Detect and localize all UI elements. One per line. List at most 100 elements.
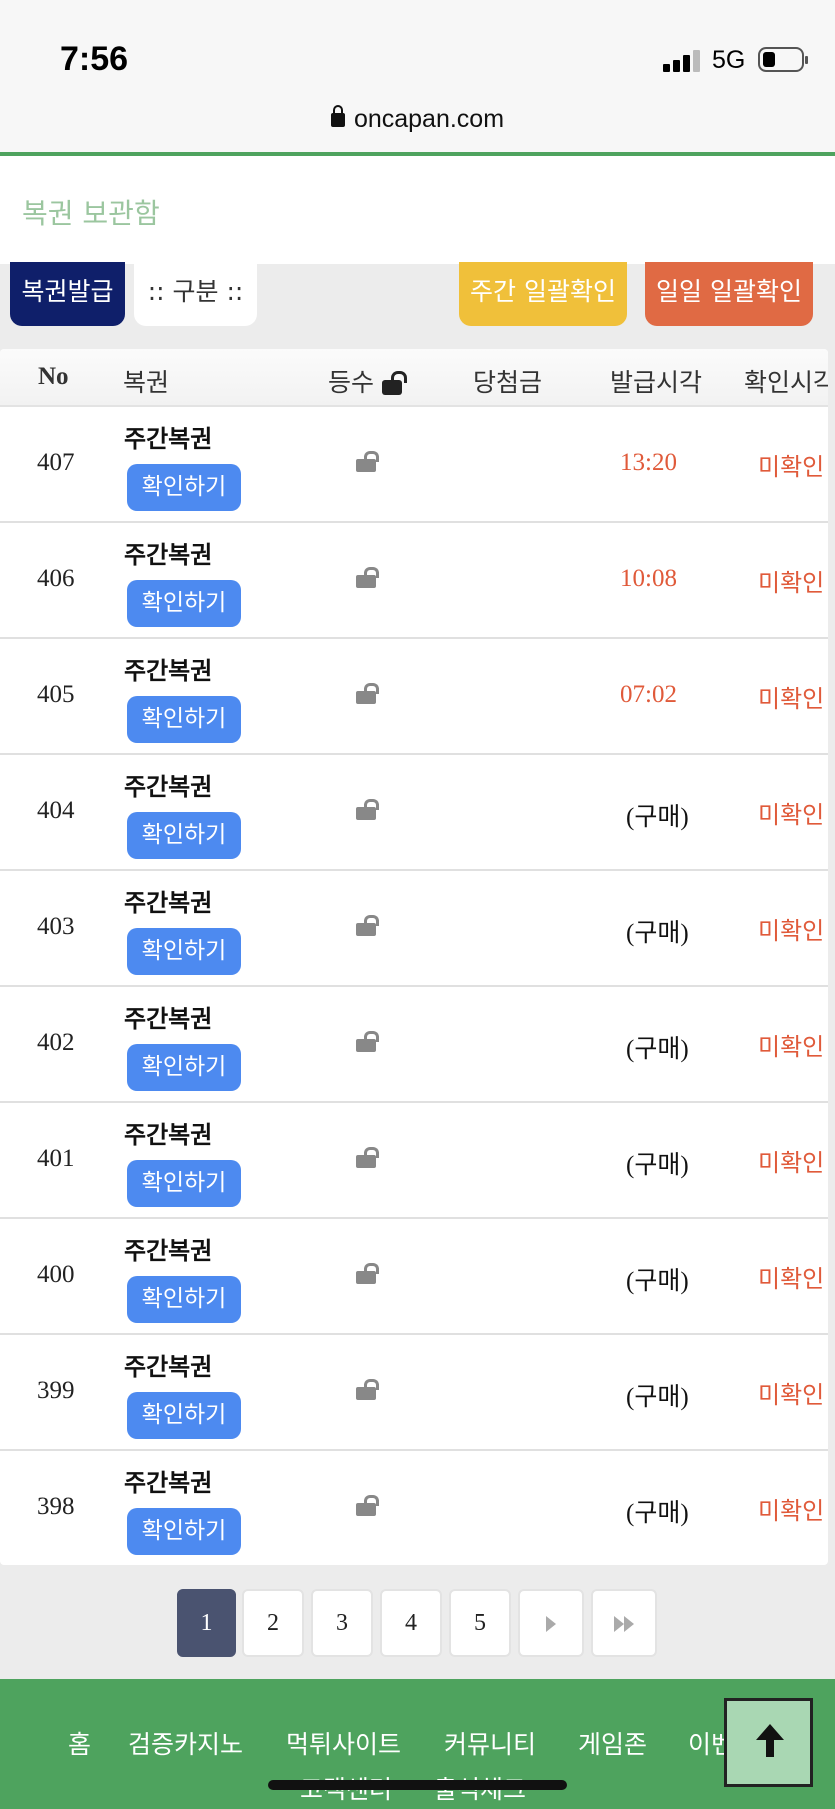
row-number: 403	[37, 913, 75, 940]
page-1-button[interactable]: 1	[177, 1589, 236, 1657]
check-ticket-button[interactable]: 확인하기	[127, 1508, 241, 1555]
address-bar[interactable]: oncapan.com	[0, 100, 835, 152]
issued-time: (구매)	[626, 1268, 689, 1295]
row-number: 401	[37, 1145, 75, 1172]
unlock-icon	[356, 451, 379, 472]
check-ticket-button[interactable]: 확인하기	[127, 1044, 241, 1091]
page-header: 복권 보관함	[0, 156, 835, 264]
check-ticket-button[interactable]: 확인하기	[127, 1276, 241, 1323]
url-text: oncapan.com	[353, 105, 505, 133]
table-row: 400 주간복권 확인하기 (구매) 미확인	[0, 1219, 828, 1335]
issued-time: (구매)	[626, 1036, 689, 1063]
ticket-name: 주간복권	[124, 773, 213, 801]
clock: 7:56	[60, 40, 129, 78]
page-title: 복권 보관함	[22, 197, 160, 230]
chevron-right-icon	[546, 1616, 556, 1633]
status-bar: 7:56 5G	[0, 0, 835, 105]
ticket-name: 주간복권	[124, 1353, 213, 1381]
unlock-icon	[356, 1379, 379, 1400]
issued-time: (구매)	[626, 1152, 689, 1179]
issued-time: (구매)	[626, 804, 689, 831]
unlock-icon	[356, 1031, 379, 1052]
ticket-name: 주간복권	[124, 1469, 213, 1497]
table-row: 403 주간복권 확인하기 (구매) 미확인	[0, 871, 828, 987]
category-filter-select[interactable]: :: 구분 ::	[134, 262, 257, 326]
check-ticket-button[interactable]: 확인하기	[127, 928, 241, 975]
unlock-icon	[356, 915, 379, 936]
row-number: 398	[37, 1493, 75, 1520]
ticket-name: 주간복권	[124, 541, 213, 569]
unlock-icon	[382, 371, 408, 395]
table-row: 406 주간복권 확인하기 10:08 미확인	[0, 523, 828, 639]
unlock-icon	[356, 1147, 379, 1168]
row-number: 404	[37, 797, 75, 824]
table-row: 398 주간복권 확인하기 (구매) 미확인	[0, 1451, 828, 1565]
ticket-name: 주간복권	[124, 425, 213, 453]
header-confirmed-time: 확인시각	[744, 368, 828, 397]
arrow-up-icon-shaft	[766, 1739, 774, 1757]
check-ticket-button[interactable]: 확인하기	[127, 812, 241, 859]
check-ticket-button[interactable]: 확인하기	[127, 580, 241, 627]
issue-ticket-button[interactable]: 복권발급	[10, 262, 125, 326]
arrow-up-icon	[756, 1724, 784, 1740]
table-header: No 복권 등수 당첨금 발급시각 확인시각	[0, 349, 828, 407]
page-5-button[interactable]: 5	[449, 1589, 511, 1657]
confirm-status: 미확인	[758, 1497, 825, 1525]
double-chevron-right-icon	[614, 1616, 624, 1633]
lock-icon	[330, 105, 345, 127]
row-number: 406	[37, 565, 75, 592]
issued-time: (구매)	[626, 1500, 689, 1527]
ticket-name: 주간복권	[124, 657, 213, 685]
row-number: 407	[37, 449, 75, 476]
footer-link-home[interactable]: 홈	[68, 1725, 91, 1761]
unlock-icon	[356, 799, 379, 820]
issued-time: 10:08	[620, 565, 677, 592]
table-row: 402 주간복권 확인하기 (구매) 미확인	[0, 987, 828, 1103]
issued-time: (구매)	[626, 1384, 689, 1411]
page-3-button[interactable]: 3	[311, 1589, 373, 1657]
check-ticket-button[interactable]: 확인하기	[127, 1392, 241, 1439]
confirm-status: 미확인	[758, 569, 825, 597]
table-body: 407 주간복권 확인하기 13:20 미확인 406 주간복권 확인하기 10…	[0, 407, 828, 1565]
header-issued-time: 발급시각	[610, 368, 703, 397]
confirm-status: 미확인	[758, 801, 825, 829]
next-page-button[interactable]	[518, 1589, 584, 1657]
unlock-icon	[356, 1263, 379, 1284]
network-type: 5G	[712, 46, 746, 74]
unlock-icon	[356, 1495, 379, 1516]
check-ticket-button[interactable]: 확인하기	[127, 1160, 241, 1207]
ticket-name: 주간복권	[124, 889, 213, 917]
issued-time: 07:02	[620, 681, 677, 708]
confirm-status: 미확인	[758, 917, 825, 945]
header-prize: 당첨금	[473, 368, 543, 397]
check-ticket-button[interactable]: 확인하기	[127, 464, 241, 511]
last-page-button[interactable]	[591, 1589, 657, 1657]
confirm-status: 미확인	[758, 685, 825, 713]
confirm-status: 미확인	[758, 1381, 825, 1409]
row-number: 399	[37, 1377, 75, 1404]
header-rank-label: 등수	[328, 368, 375, 397]
page-2-button[interactable]: 2	[242, 1589, 304, 1657]
footer-link-community[interactable]: 커뮤니티	[444, 1725, 536, 1761]
check-ticket-button[interactable]: 확인하기	[127, 696, 241, 743]
ticket-table: No 복권 등수 당첨금 발급시각 확인시각 407 주간복권 확인하기 13:…	[0, 349, 828, 1565]
page-4-button[interactable]: 4	[380, 1589, 442, 1657]
cellular-signal-icon	[663, 50, 705, 72]
ticket-name: 주간복권	[124, 1121, 213, 1149]
scroll-to-top-button[interactable]	[724, 1698, 813, 1787]
footer-link-scam-sites[interactable]: 먹튀사이트	[286, 1725, 401, 1761]
issued-time: (구매)	[626, 920, 689, 947]
table-row: 401 주간복권 확인하기 (구매) 미확인	[0, 1103, 828, 1219]
table-row: 407 주간복권 확인하기 13:20 미확인	[0, 407, 828, 523]
header-rank: 등수	[328, 363, 408, 399]
weekly-batch-confirm-button[interactable]: 주간 일괄확인	[459, 262, 627, 326]
ticket-name: 주간복권	[124, 1237, 213, 1265]
ticket-name: 주간복권	[124, 1005, 213, 1033]
footer-link-game-zone[interactable]: 게임존	[578, 1725, 647, 1761]
daily-batch-confirm-button[interactable]: 일일 일괄확인	[645, 262, 813, 326]
footer-link-verified-casino[interactable]: 검증카지노	[128, 1725, 243, 1761]
home-indicator[interactable]	[268, 1780, 567, 1790]
confirm-status: 미확인	[758, 1265, 825, 1293]
table-row: 404 주간복권 확인하기 (구매) 미확인	[0, 755, 828, 871]
pagination: 1 2 3 4 5	[0, 1589, 835, 1657]
